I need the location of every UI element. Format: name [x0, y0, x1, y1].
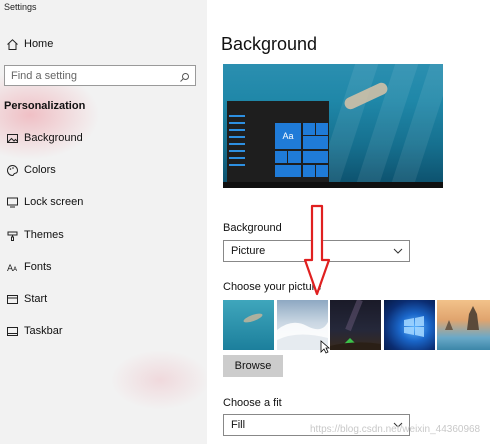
sidebar-item-label: Home [24, 38, 54, 50]
svg-text:A: A [13, 266, 18, 273]
page-title: Background [221, 34, 318, 54]
picture-thumbnail-beach[interactable] [437, 300, 490, 350]
watermark: https://blog.csdn.net/weixin_44360968 [310, 424, 481, 435]
taskbar-preview [223, 182, 443, 188]
sidebar-item-home[interactable]: Home [0, 32, 207, 56]
sidebar-item-colors[interactable]: Colors [0, 158, 207, 182]
background-label: Background [223, 222, 282, 234]
chevron-down-icon [393, 246, 403, 259]
sidebar-item-themes[interactable]: Themes [0, 223, 207, 247]
background-dropdown-value: Picture [231, 245, 266, 257]
palette-icon [0, 164, 24, 177]
start-menu-preview: Aa [227, 101, 329, 187]
search-icon[interactable] [179, 70, 190, 88]
sidebar-item-fonts[interactable]: AA Fonts [0, 255, 207, 279]
sidebar-item-start[interactable]: Start [0, 287, 207, 311]
sidebar-item-lock-screen[interactable]: Lock screen [0, 190, 207, 214]
sidebar-item-label: Background [24, 132, 83, 144]
window-title: Settings [4, 2, 37, 12]
fit-label: Choose a fit [223, 397, 282, 409]
sidebar-item-label: Lock screen [24, 196, 84, 208]
background-preview: Aa [223, 64, 443, 188]
main-content: Background Aa Background Picture Choose … [207, 0, 499, 444]
sidebar-item-label: Themes [24, 229, 64, 241]
start-icon [0, 293, 24, 306]
sidebar-item-label: Start [24, 293, 48, 305]
section-header: Personalization [4, 100, 86, 112]
image-icon [0, 132, 24, 145]
search-box[interactable] [4, 65, 196, 86]
sidebar: Settings Home Personalization Background… [0, 0, 207, 444]
sidebar-item-taskbar[interactable]: Taskbar [0, 319, 207, 343]
sidebar-item-label: Taskbar [24, 325, 63, 337]
mouse-cursor-icon [320, 340, 330, 354]
home-icon [0, 38, 24, 51]
brush-icon [0, 229, 24, 242]
preview-tile: Aa [275, 123, 301, 149]
fonts-icon: AA [0, 261, 24, 274]
browse-button[interactable]: Browse [223, 355, 283, 377]
sidebar-item-label: Colors [24, 164, 56, 176]
picture-thumbnail-night-sky[interactable] [330, 300, 381, 350]
picture-thumbnail-underwater[interactable] [223, 300, 274, 350]
search-input[interactable] [11, 69, 171, 82]
lock-screen-icon [0, 196, 24, 209]
picture-thumbnail-windows[interactable] [384, 300, 435, 350]
sidebar-item-background[interactable]: Background [0, 126, 207, 150]
fit-dropdown-value: Fill [231, 419, 246, 431]
sidebar-item-label: Fonts [24, 261, 52, 273]
taskbar-icon [0, 325, 24, 338]
annotation-arrow-icon [303, 204, 331, 296]
